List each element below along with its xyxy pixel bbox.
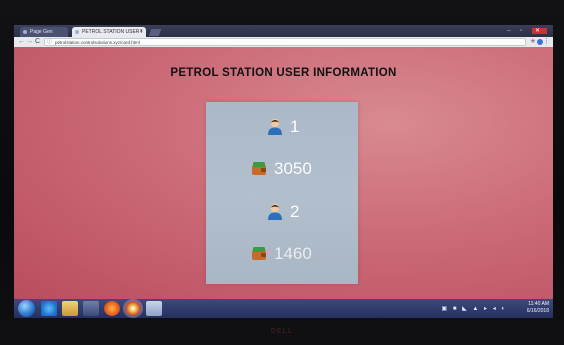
url-text[interactable]: petrolstation.controlsolutions.xyz/card.… (55, 39, 140, 46)
calculator-icon[interactable] (146, 301, 162, 316)
page-title: PETROL STATION USER INFORMATION (170, 67, 397, 79)
user-icon (268, 118, 282, 135)
balance-row: 1460 (206, 241, 358, 267)
browser-menu-icon[interactable]: ⋮ (543, 37, 550, 46)
folder-icon[interactable] (62, 301, 78, 316)
reload-icon[interactable]: C (35, 38, 40, 46)
taskbar: ▣ ■ ◣ ▲ ▸ ◂ ◐ 11:40 AM 6/16/2018 (14, 299, 553, 318)
bookmark-star-icon[interactable]: ★ (530, 37, 536, 46)
media-icon[interactable] (83, 301, 99, 316)
tab-label: Page Gen (30, 29, 53, 35)
new-tab-button[interactable] (148, 29, 162, 36)
clock-date: 6/16/2018 (526, 308, 549, 314)
tab-favicon-icon (75, 30, 79, 34)
monitor-frame: Page Gen PETROL STATION USER I × – ▫ ✕ ←… (0, 0, 564, 345)
balance-value: 1460 (274, 244, 312, 263)
screen: Page Gen PETROL STATION USER I × – ▫ ✕ ←… (14, 25, 553, 318)
tab-close-icon[interactable]: × (139, 27, 143, 37)
minimize-maximize-icons[interactable]: – ▫ (507, 28, 526, 34)
browser-toolbar: ← → C ⓘ petrolstation.controlsolutions.x… (14, 37, 553, 47)
internet-explorer-icon[interactable] (41, 301, 57, 316)
tab-favicon-icon (23, 30, 27, 34)
wallet-icon (252, 247, 266, 260)
user-icon (268, 203, 282, 220)
user-id-row: 1 (206, 114, 358, 140)
balance-row: 3050 (206, 156, 358, 182)
window-close-icon[interactable]: ✕ (531, 28, 547, 34)
user-id-row: 2 (206, 199, 358, 225)
site-info-icon[interactable]: ⓘ (47, 39, 52, 46)
tab-page-gen[interactable]: Page Gen (20, 27, 68, 37)
window-controls[interactable]: – ▫ ✕ (507, 27, 547, 34)
monitor-brand-logo: DELL (270, 328, 294, 335)
clock-time: 11:40 AM (528, 301, 549, 307)
user-id-value: 1 (290, 117, 300, 136)
tab-petrol-station[interactable]: PETROL STATION USER I × (72, 27, 146, 37)
firefox-icon[interactable] (104, 301, 120, 316)
system-tray[interactable]: ▣ ■ ◣ ▲ ▸ ◂ ◐ (442, 305, 508, 312)
browser-tab-bar: Page Gen PETROL STATION USER I × – ▫ ✕ (14, 25, 553, 37)
wallet-icon (252, 162, 266, 175)
balance-value: 3050 (274, 159, 312, 178)
user-id-value: 2 (290, 202, 300, 221)
user-info-panel: 1 3050 2 1460 (206, 102, 358, 284)
taskbar-clock[interactable]: 11:40 AM 6/16/2018 (511, 301, 549, 315)
chrome-icon[interactable] (125, 301, 141, 316)
back-icon[interactable]: ← (18, 38, 25, 46)
forward-icon[interactable]: → (26, 38, 33, 46)
start-orb-icon[interactable] (18, 300, 35, 317)
page-content: PETROL STATION USER INFORMATION 1 3050 2… (14, 47, 553, 299)
address-bar[interactable]: ⓘ petrolstation.controlsolutions.xyz/car… (44, 38, 526, 46)
tab-label: PETROL STATION USER I (82, 29, 143, 35)
